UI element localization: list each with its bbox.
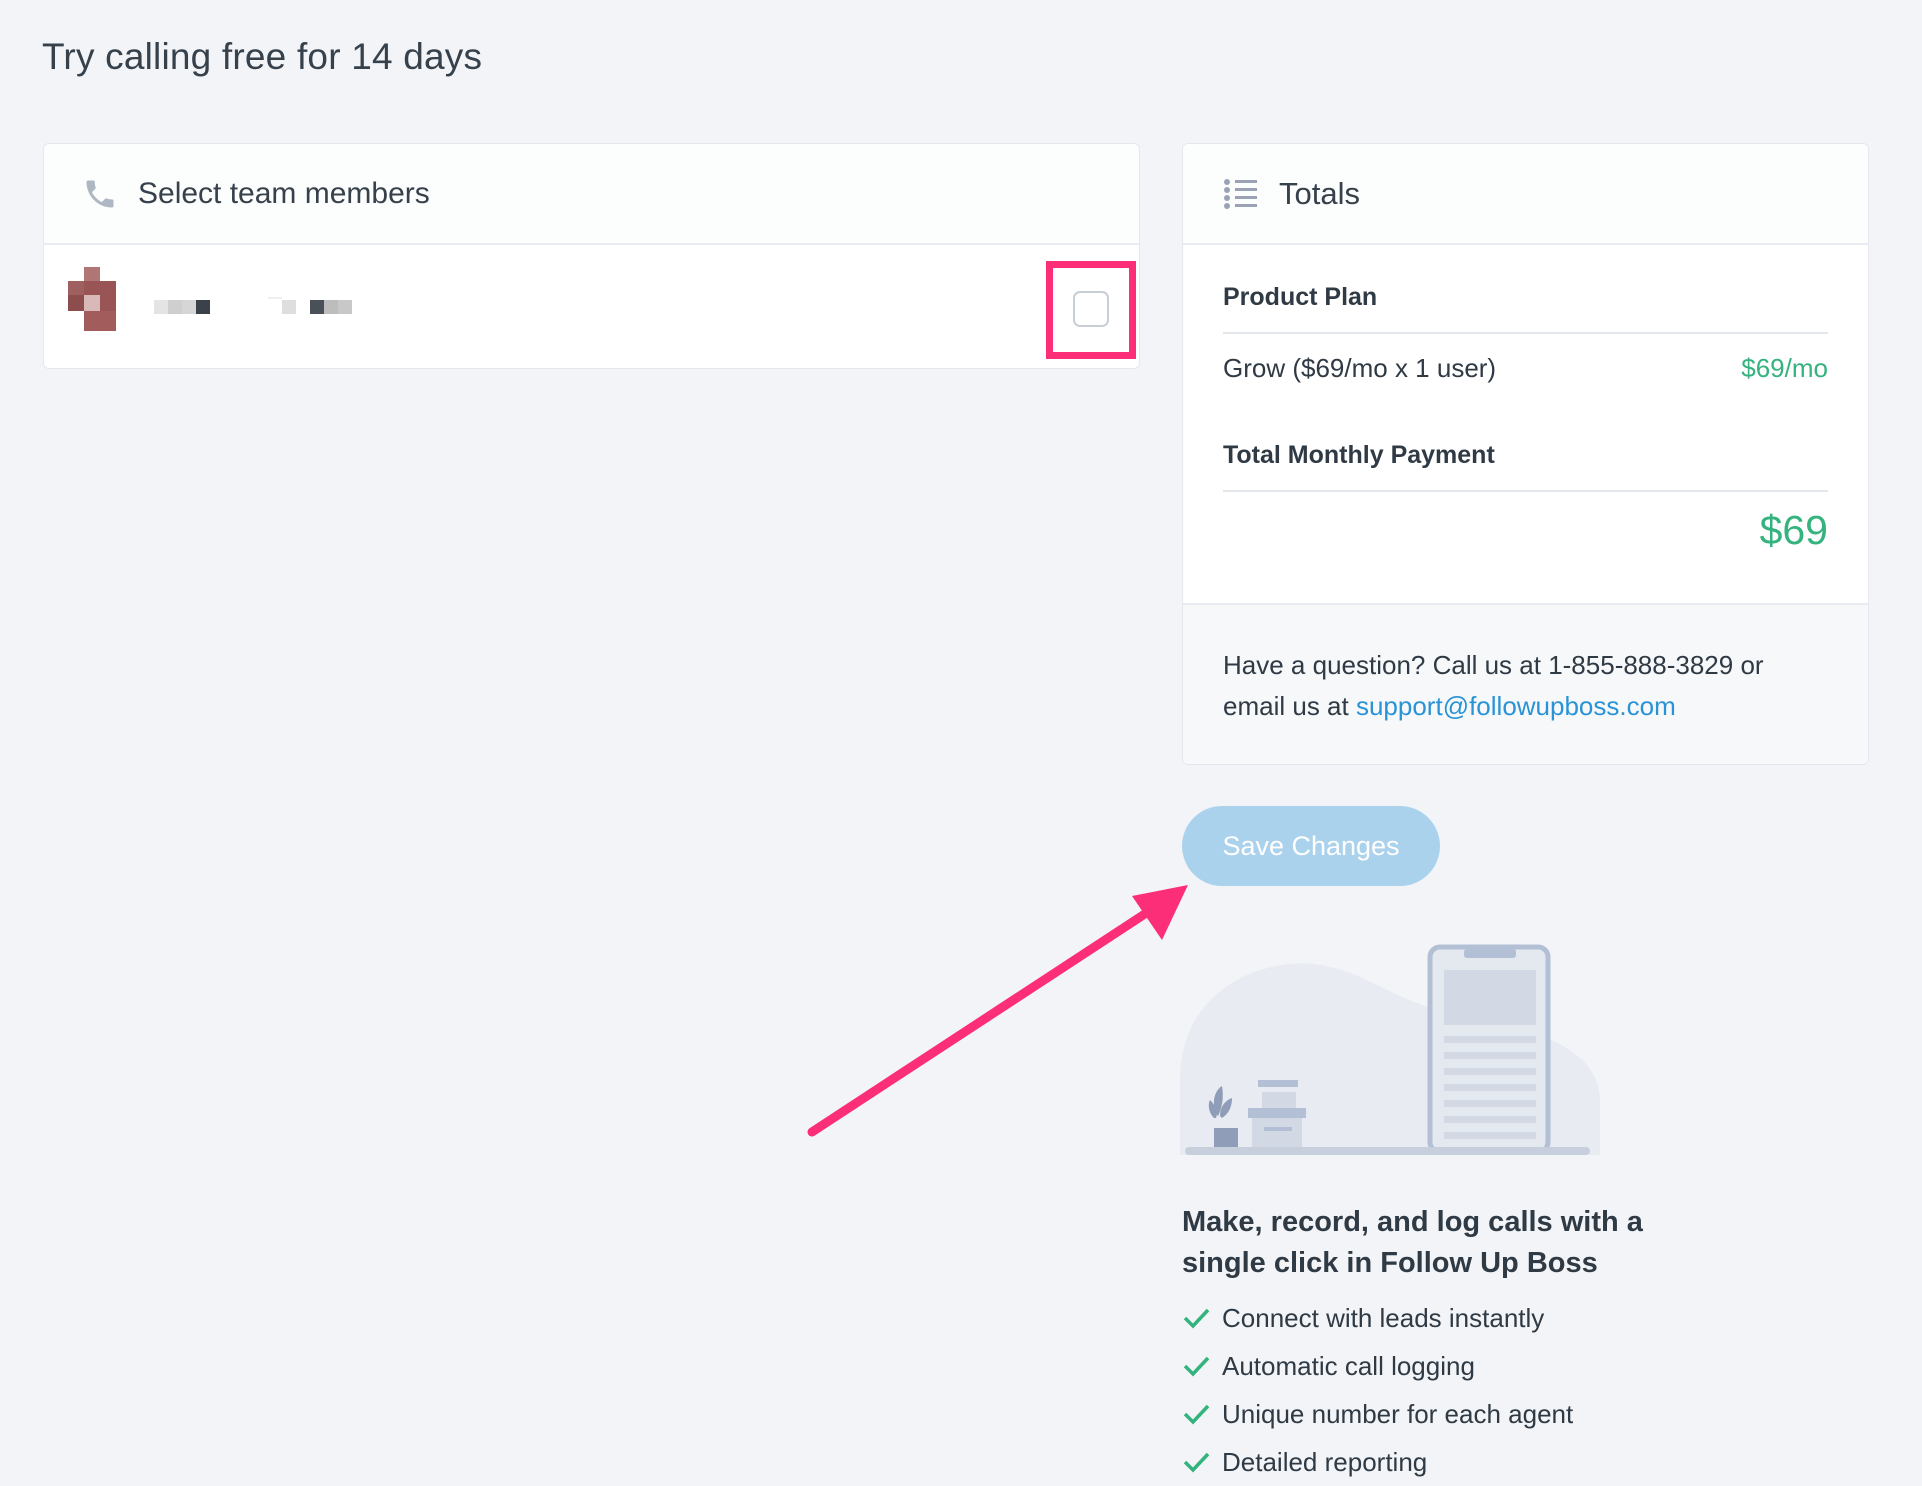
avatar: [68, 267, 116, 331]
list-item: Detailed reporting: [1182, 1438, 1573, 1486]
checkmark-icon: [1183, 1404, 1210, 1425]
checkmark-icon: [1183, 1356, 1210, 1377]
member-name-blurred: [154, 297, 352, 314]
feature-text: Automatic call logging: [1222, 1350, 1475, 1381]
total-amount: $69: [1759, 507, 1828, 553]
divider: [1223, 490, 1828, 492]
totals-header-label: Totals: [1279, 175, 1360, 211]
promo-title: Make, record, and log calls with a singl…: [1182, 1206, 1643, 1279]
divider: [1223, 332, 1828, 334]
list-item: Unique number for each agent: [1182, 1390, 1573, 1438]
team-members-header-label: Select team members: [138, 176, 430, 210]
page-title: Try calling free for 14 days: [42, 36, 483, 77]
total-monthly-payment-title: Total Monthly Payment: [1223, 441, 1495, 469]
plan-price: $69/mo: [1741, 353, 1828, 383]
list-icon: [1224, 178, 1257, 209]
checkmark-icon: [1183, 1452, 1210, 1473]
list-item: Automatic call logging: [1182, 1342, 1573, 1390]
product-plan-title: Product Plan: [1223, 283, 1378, 311]
plan-name: Grow ($69/mo x 1 user): [1223, 353, 1497, 383]
list-item: Connect with leads instantly: [1182, 1294, 1573, 1342]
totals-card: Totals Product Plan Grow ($69/mo x 1 use…: [1182, 143, 1869, 765]
totals-body: Product Plan Grow ($69/mo x 1 user) $69/…: [1183, 245, 1868, 605]
checkbox-highlight-annotation: [1046, 261, 1136, 359]
phone-desk-illustration: [1180, 944, 1600, 1155]
save-changes-button[interactable]: Save Changes: [1182, 806, 1440, 886]
team-member-row[interactable]: [44, 245, 1139, 370]
checkmark-icon: [1183, 1308, 1210, 1329]
support-email-link[interactable]: support@followupboss.com: [1356, 691, 1676, 721]
help-section: Have a question? Call us at 1-855-888-38…: [1183, 603, 1868, 764]
annotation-arrow: [807, 885, 1188, 1137]
feature-text: Unique number for each agent: [1222, 1398, 1574, 1429]
team-members-header: Select team members: [44, 144, 1139, 245]
phone-icon: [86, 180, 114, 207]
feature-text: Detailed reporting: [1222, 1446, 1428, 1477]
totals-header: Totals: [1183, 144, 1868, 245]
feature-text: Connect with leads instantly: [1222, 1302, 1545, 1333]
team-members-card: Select team members: [43, 143, 1140, 369]
feature-list: Connect with leads instantly Automatic c…: [1182, 1294, 1573, 1486]
